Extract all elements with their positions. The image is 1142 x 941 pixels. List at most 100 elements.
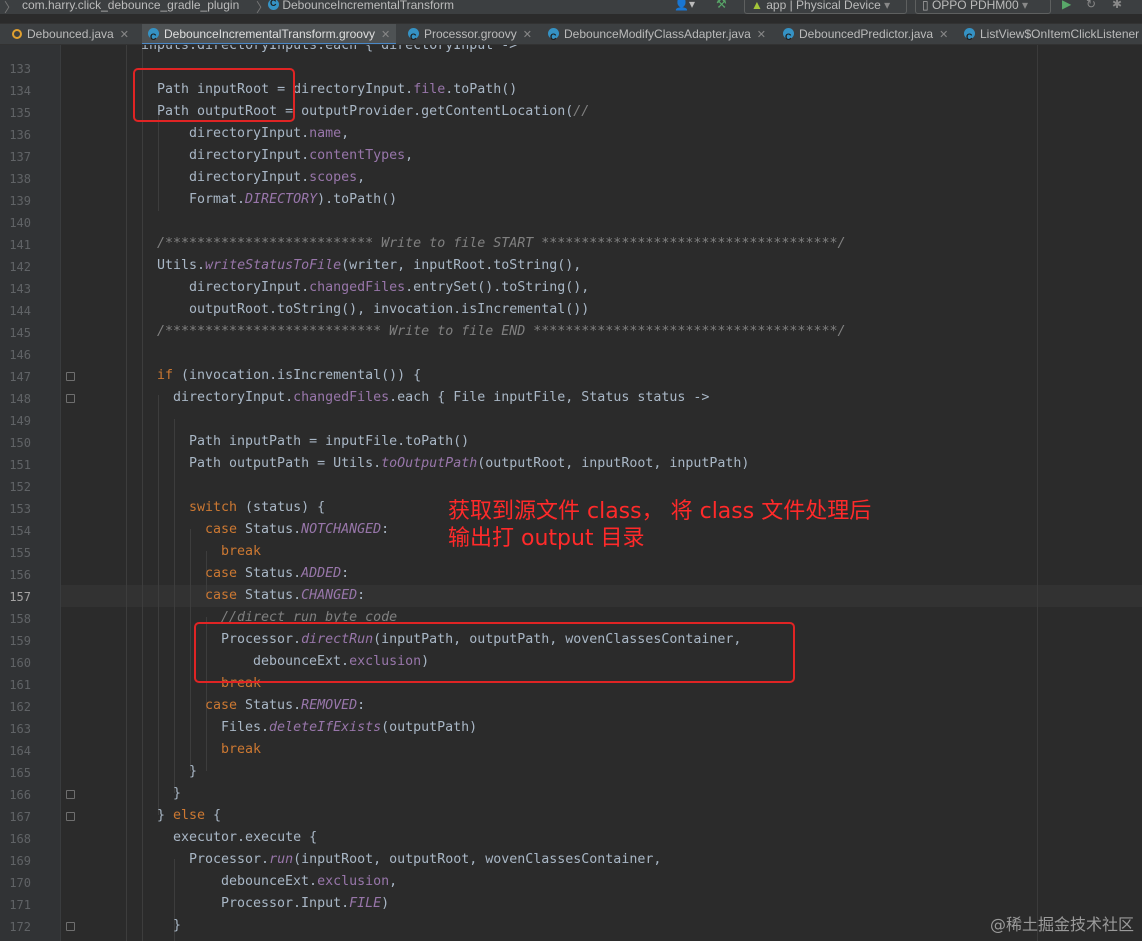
line-number: 139 <box>9 194 31 208</box>
build-hammer-icon[interactable]: ⚒ <box>716 0 727 11</box>
code-line: directoryInput.changedFiles.each { File … <box>173 387 709 409</box>
line-number: 146 <box>9 348 31 362</box>
run-configuration-label: app | Physical Device <box>766 0 881 12</box>
code-keyword: case <box>205 588 238 603</box>
code-line: directoryInput.name, <box>189 123 349 145</box>
line-number: 143 <box>9 282 31 296</box>
tab-label: Processor.groovy <box>424 27 517 41</box>
line-number: 153 <box>9 502 31 516</box>
user-icon[interactable]: 👤▾ <box>674 0 695 11</box>
class-icon <box>548 27 559 44</box>
tab-debounced-predictor[interactable]: DebouncedPredictor.java ✕ <box>783 24 948 44</box>
close-icon[interactable]: ✕ <box>939 29 948 41</box>
close-icon[interactable]: ✕ <box>381 29 390 41</box>
code-static-method: deleteIfExists <box>269 720 382 735</box>
indent-guide <box>142 45 143 941</box>
code-keyword: case <box>205 522 238 537</box>
line-number: 140 <box>9 216 31 230</box>
java-interface-icon <box>12 29 22 39</box>
class-icon <box>408 27 419 44</box>
fold-marker-icon[interactable] <box>66 394 75 403</box>
indent-guide <box>206 727 207 771</box>
class-icon <box>268 0 279 10</box>
annotation-text-line2: 输出打 output 目录 <box>448 526 645 551</box>
code-line: directoryInput.changedFiles.entrySet().t… <box>189 277 589 299</box>
code-text: directoryInput. <box>293 82 414 97</box>
tab-label: DebounceModifyClassAdapter.java <box>564 27 751 41</box>
line-number: 170 <box>9 876 31 890</box>
code-text: Status. <box>237 588 302 603</box>
run-configuration-select[interactable]: ▲ app | Physical Device ▾ <box>744 0 907 14</box>
class-icon <box>964 27 975 44</box>
line-number: 148 <box>9 392 31 406</box>
code-field: contentTypes <box>309 148 406 163</box>
code-line: } <box>173 918 182 933</box>
code-line: } else { <box>157 805 221 827</box>
device-select[interactable]: ▯ OPPO PDHM00 ▾ <box>915 0 1051 14</box>
code-keyword: else <box>173 808 206 823</box>
code-text: .toPath() <box>445 82 518 97</box>
fold-marker-icon[interactable] <box>66 812 75 821</box>
line-number: 162 <box>9 700 31 714</box>
tab-debounce-modify-class-adapter[interactable]: DebounceModifyClassAdapter.java ✕ <box>548 24 766 44</box>
line-number: 133 <box>9 62 31 76</box>
indent-guide <box>174 419 175 793</box>
breadcrumb-class[interactable]: DebounceIncrementalTransform <box>268 0 454 12</box>
indent-guide <box>158 395 159 815</box>
code-text: inputs.directoryInputs.each { directoryI… <box>141 45 518 53</box>
fold-marker-icon[interactable] <box>66 922 75 931</box>
code-field: name <box>309 126 342 141</box>
tab-processor-groovy[interactable]: Processor.groovy ✕ <box>408 24 532 44</box>
indent-guide <box>126 45 127 941</box>
fold-marker-icon[interactable] <box>66 372 75 381</box>
close-icon[interactable]: ✕ <box>523 29 532 41</box>
debug-icon[interactable]: ✱ <box>1112 0 1122 11</box>
code-comment: // <box>573 104 590 119</box>
line-number: 167 <box>9 810 31 824</box>
code-static-field: CHANGED <box>301 588 358 603</box>
annotation-text-line1: 获取到源文件 class， 将 class 文件处理后 <box>448 499 872 524</box>
code-line: Processor.run(inputRoot, outputRoot, wov… <box>189 849 661 871</box>
indent-guide <box>190 529 191 771</box>
code-line: executor.execute { <box>173 830 318 845</box>
line-number: 160 <box>9 656 31 670</box>
tab-label: ListView$OnItemClickListener <box>980 27 1140 41</box>
code-text: Status. <box>237 522 302 537</box>
line-number: 142 <box>9 260 31 274</box>
line-number: 159 <box>9 634 31 648</box>
code-keyword: switch <box>189 500 238 515</box>
code-text: Format. <box>189 192 246 207</box>
line-number: 154 <box>9 524 31 538</box>
code-static-method: writeStatusToFile <box>205 258 342 273</box>
close-icon[interactable]: ✕ <box>120 29 129 41</box>
code-text: directoryInput. <box>173 390 294 405</box>
tab-debounce-incremental-transform[interactable]: DebounceIncrementalTransform.groovy ✕ <box>142 24 397 44</box>
line-number: 144 <box>9 304 31 318</box>
rerun-icon[interactable]: ↻ <box>1086 0 1096 11</box>
code-text: directoryInput. <box>189 170 310 185</box>
tab-debounced-java[interactable]: Debounced.java ✕ <box>12 24 129 44</box>
tab-listview-onitemclicklistener[interactable]: ListView$OnItemClickListener <box>964 24 1140 44</box>
code-line: debounceExt.exclusion, <box>221 871 397 893</box>
breadcrumb-package[interactable]: com.harry.click_debounce_gradle_plugin <box>22 0 239 12</box>
code-text: (outputRoot, inputRoot, inputPath) <box>477 456 750 471</box>
code-text: : <box>381 522 390 537</box>
highlight-box-direct-run <box>194 622 795 683</box>
code-line: if (invocation.isIncremental()) { <box>157 365 421 387</box>
code-line: } <box>189 764 198 779</box>
code-text: Status. <box>237 566 302 581</box>
fold-marker-icon[interactable] <box>66 790 75 799</box>
device-label: OPPO PDHM00 <box>931 0 1019 12</box>
line-number: 161 <box>9 678 31 692</box>
class-icon <box>783 27 794 44</box>
run-icon[interactable]: ▶ <box>1062 0 1071 11</box>
line-number: 145 <box>9 326 31 340</box>
watermark: @稀土掘金技术社区 <box>989 915 1134 934</box>
code-line: } <box>173 786 182 801</box>
code-editor[interactable]: 133 134 135 136 137 138 139 140 141 142 … <box>0 45 1142 941</box>
code-field: exclusion <box>317 874 390 889</box>
chevron-down-icon: ▾ <box>884 0 891 12</box>
close-icon[interactable]: ✕ <box>757 29 766 41</box>
code-text: Utils. <box>157 258 206 273</box>
line-number: 164 <box>9 744 31 758</box>
